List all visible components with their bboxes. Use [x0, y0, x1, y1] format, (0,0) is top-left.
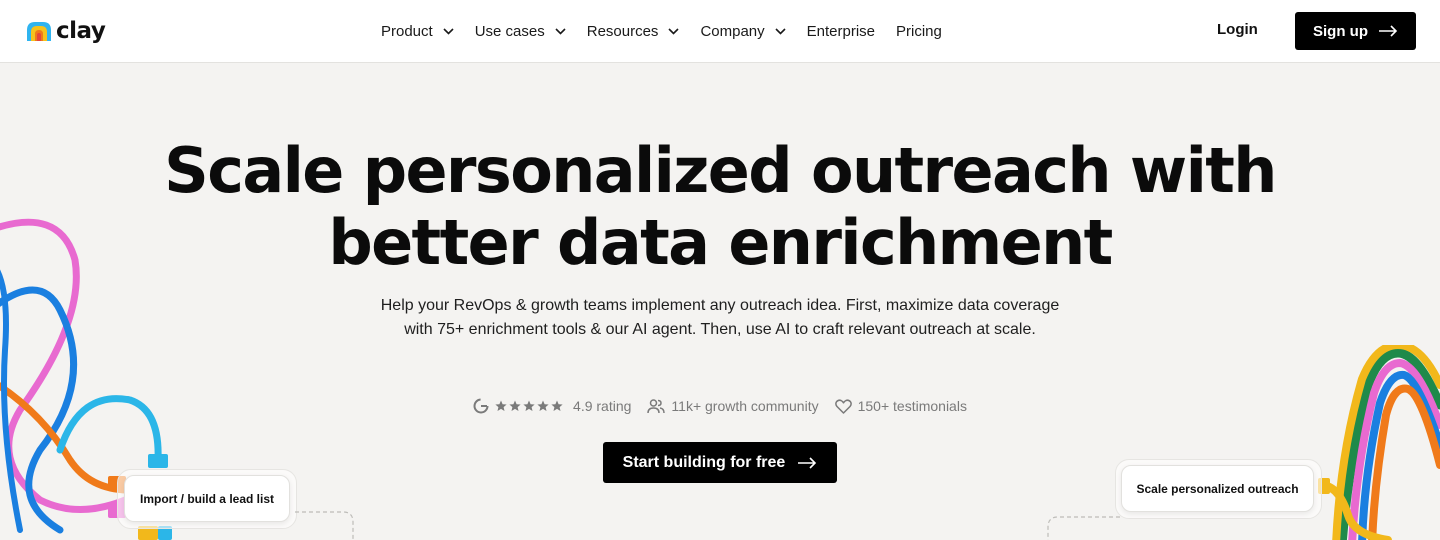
- rating-stat: 4.9 rating: [473, 398, 631, 414]
- top-navigation-bar: clay Product Use cases Resources Company…: [0, 0, 1440, 63]
- users-icon: [647, 398, 666, 414]
- community-text: 11k+ growth community: [671, 398, 819, 414]
- social-proof-stats: 4.9 rating 11k+ growth community 150+ te…: [0, 398, 1440, 414]
- nav-item-pricing[interactable]: Pricing: [896, 23, 942, 40]
- chevron-down-icon: [775, 27, 786, 35]
- nav-item-label: Product: [381, 22, 433, 40]
- nav-item-label: Enterprise: [806, 22, 876, 40]
- nav-item-enterprise[interactable]: Enterprise: [807, 23, 875, 40]
- brand-name: clay: [56, 18, 106, 44]
- card-label: Scale personalized outreach: [1136, 481, 1299, 496]
- nav-item-product[interactable]: Product: [381, 23, 454, 40]
- g2-icon: [473, 398, 489, 414]
- chevron-down-icon: [443, 27, 454, 35]
- cta-label: Start building for free: [622, 453, 786, 471]
- star-icon: [551, 400, 563, 411]
- main-nav: Product Use cases Resources Company Ente…: [381, 0, 963, 62]
- nav-item-resources[interactable]: Resources: [587, 23, 680, 40]
- star-icon: [495, 400, 507, 411]
- star-icon: [537, 400, 549, 411]
- hero-subtitle: Help your RevOps & growth teams implemen…: [380, 297, 1060, 338]
- chevron-down-icon: [555, 27, 566, 35]
- clay-logo-icon: [27, 22, 51, 41]
- nav-item-company[interactable]: Company: [700, 22, 786, 40]
- arrow-right-icon: [1378, 25, 1398, 37]
- card-label: Import / build a lead list: [139, 491, 274, 506]
- import-lead-list-card: Import / build a lead list: [124, 475, 290, 522]
- start-building-button[interactable]: Start building for free: [603, 442, 837, 483]
- nav-item-label: Use cases: [474, 22, 545, 40]
- community-stat: 11k+ growth community: [647, 398, 819, 414]
- nav-item-label: Company: [700, 22, 765, 40]
- sign-up-label: Sign up: [1313, 22, 1368, 40]
- testimonials-text: 150+ testimonials: [857, 398, 967, 414]
- rating-text: 4.9 rating: [573, 398, 632, 414]
- hero-heading-line-1: Scale personalized outreach with: [164, 134, 1277, 207]
- star-rating: [495, 400, 565, 412]
- star-icon: [523, 400, 535, 411]
- hero-heading: Scale personalized outreach with better …: [0, 135, 1440, 279]
- sign-up-button[interactable]: Sign up: [1295, 12, 1416, 50]
- chevron-down-icon: [668, 27, 680, 35]
- left-dashed-connector: [295, 511, 354, 540]
- nav-item-label: Resources: [586, 22, 659, 40]
- nav-item-label: Pricing: [896, 22, 942, 40]
- testimonials-stat: 150+ testimonials: [834, 398, 967, 414]
- clay-logo[interactable]: clay: [25, 18, 106, 44]
- heart-icon: [834, 398, 852, 414]
- login-link[interactable]: Login: [1217, 21, 1258, 38]
- right-cable-illustration: [1318, 345, 1440, 540]
- hero-heading-line-2: better data enrichment: [328, 206, 1113, 279]
- scale-outreach-card: Scale personalized outreach: [1121, 465, 1314, 512]
- nav-item-use-cases[interactable]: Use cases: [475, 23, 566, 40]
- arrow-right-icon: [797, 456, 817, 469]
- right-dashed-connector: [1047, 516, 1120, 540]
- star-icon: [509, 400, 521, 411]
